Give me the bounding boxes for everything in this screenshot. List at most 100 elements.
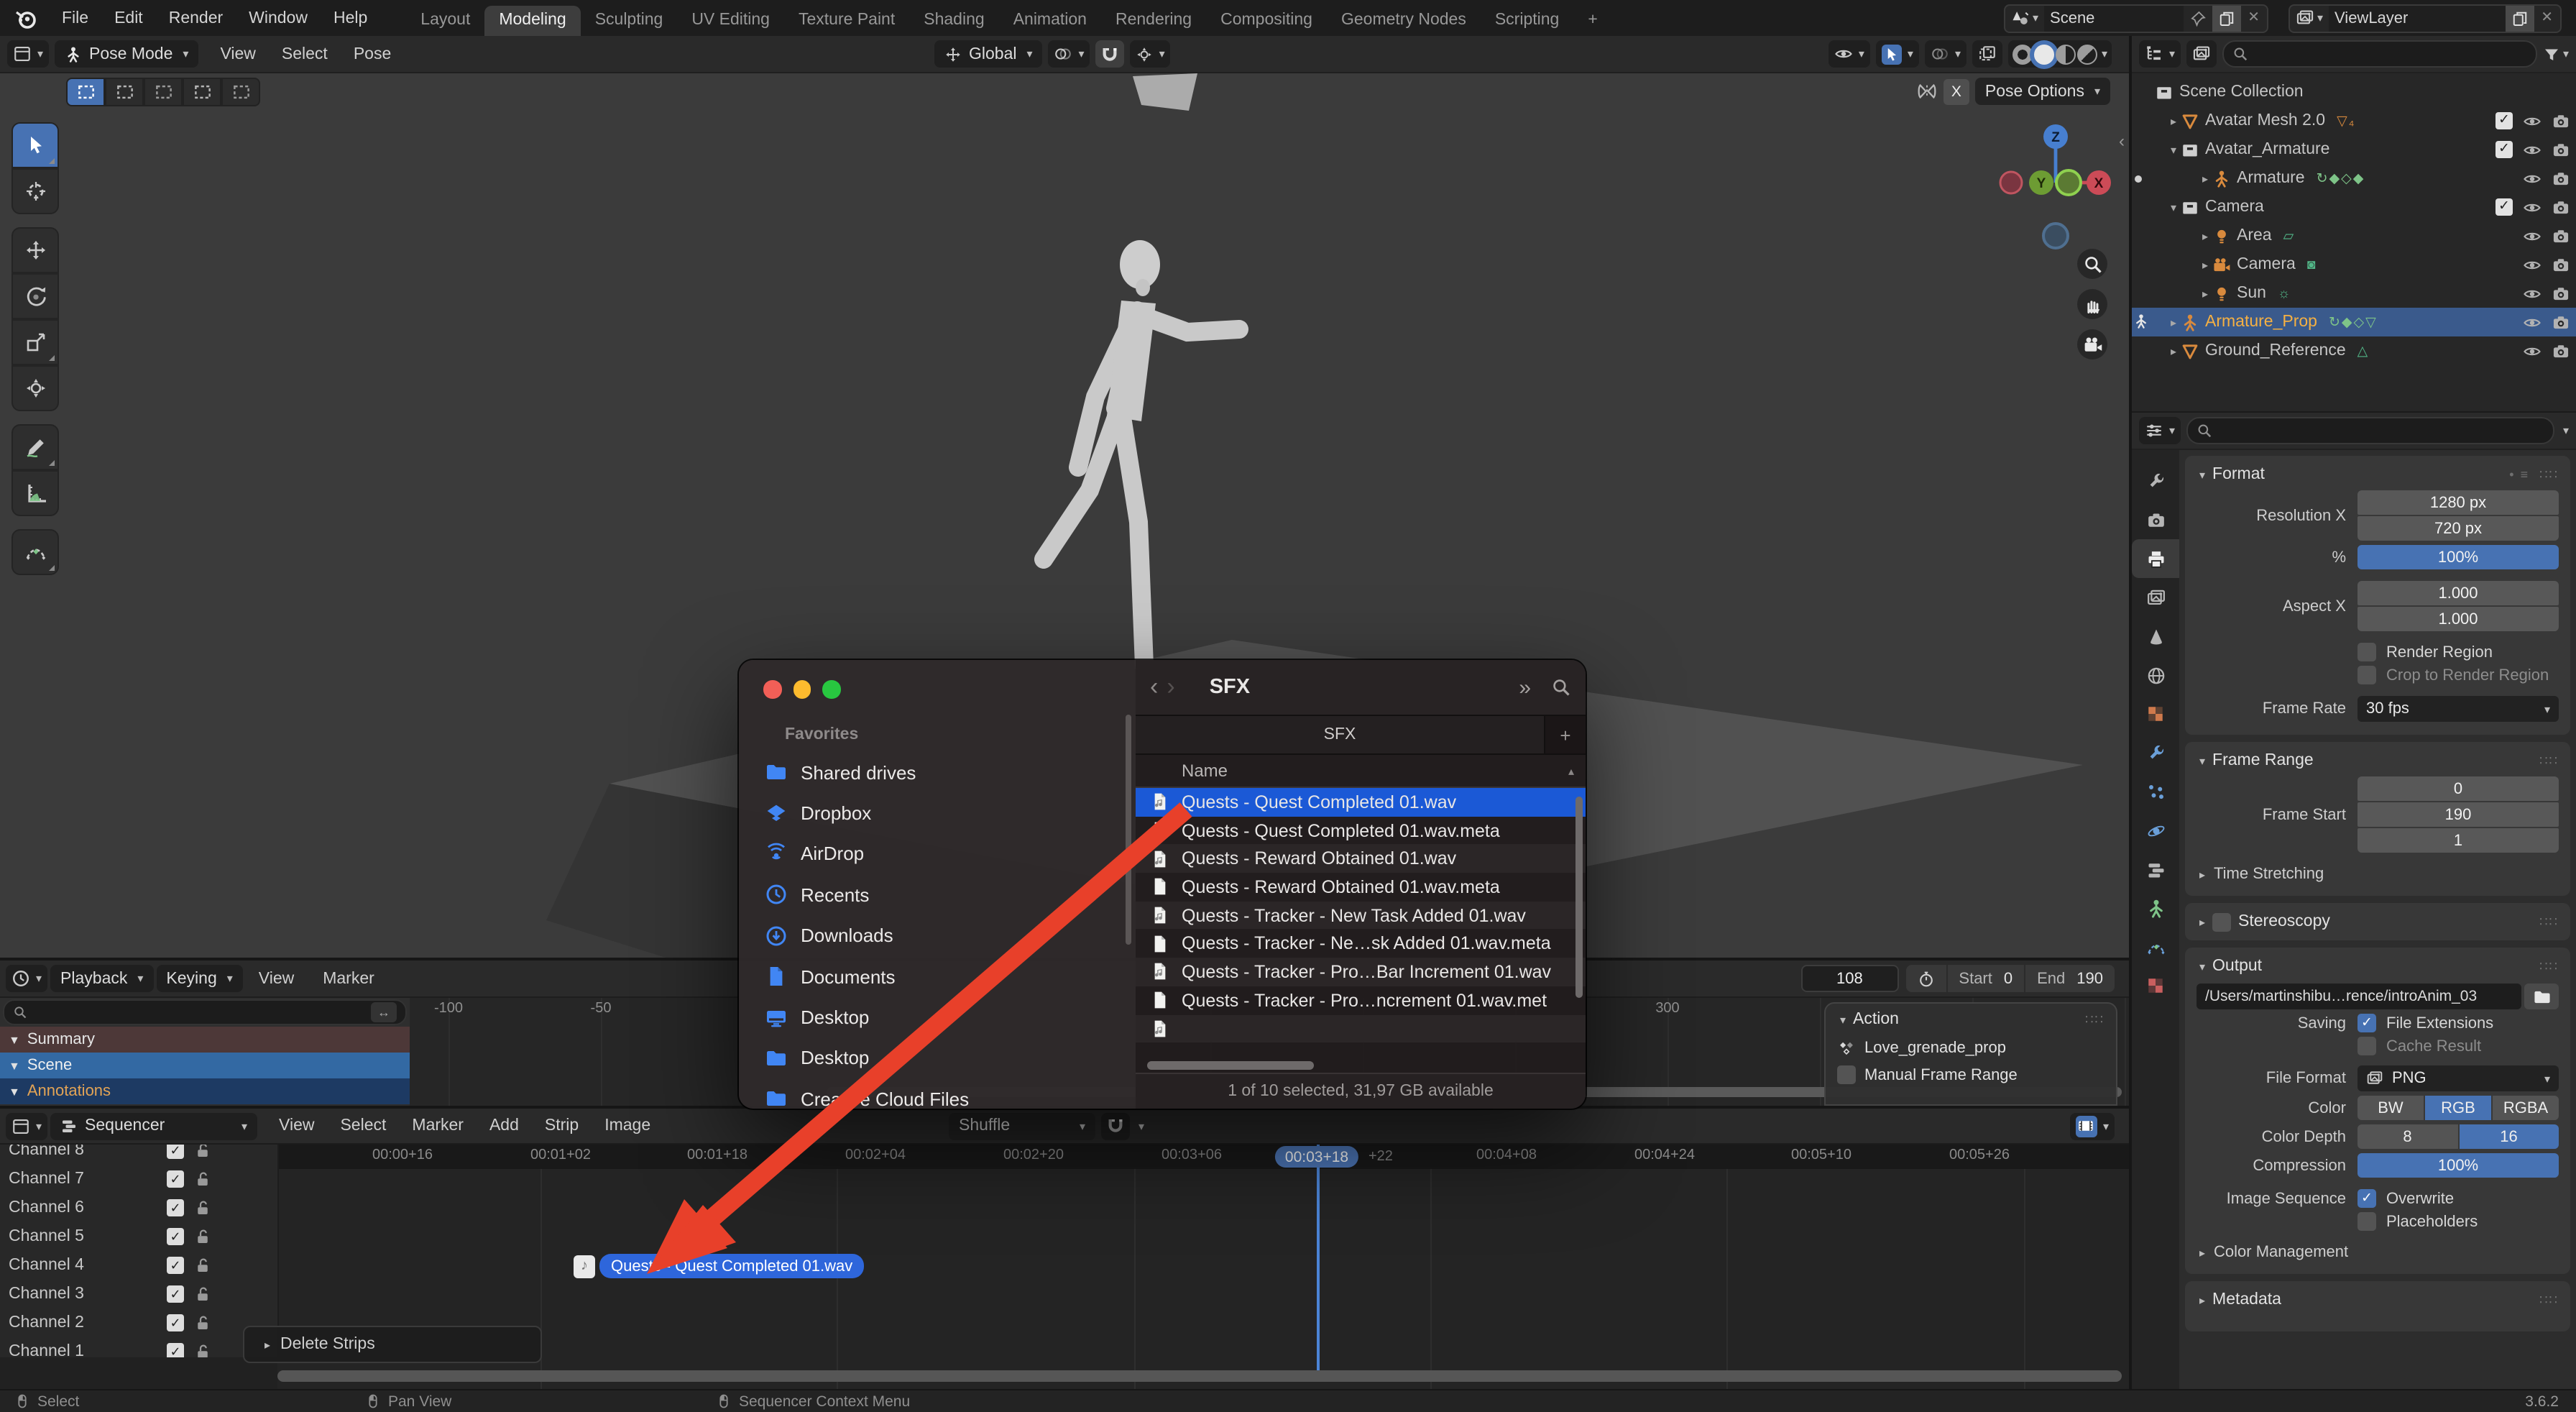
playhead-line[interactable]	[1317, 1145, 1320, 1375]
hide-eye-icon[interactable]	[2523, 198, 2542, 216]
workspace-tab[interactable]: Scripting	[1481, 6, 1574, 36]
dope-channel-row[interactable]: ▼ Summary	[0, 1027, 410, 1053]
workspace-tab[interactable]: Rendering	[1101, 6, 1206, 36]
channel-mute-checkbox[interactable]: ✓	[167, 1343, 184, 1357]
editor-type-button[interactable]: ▾	[7, 40, 50, 68]
workspace-tab[interactable]: Geometry Nodes	[1327, 6, 1481, 36]
snap-magnet-button[interactable]	[1095, 40, 1125, 68]
disable-render-icon[interactable]	[2552, 111, 2570, 130]
pin-icon[interactable]	[2183, 5, 2212, 31]
sequencer-ruler[interactable]: 00:00+16 00:01+02 00:01+18 00:02+04 00:02+20…	[277, 1145, 2129, 1169]
transform-orientation[interactable]: Global ▾	[934, 40, 1043, 68]
depth-8-button[interactable]: 8	[2358, 1124, 2457, 1149]
tab-texture[interactable]	[2132, 966, 2179, 1005]
close-icon[interactable]: ✕	[2240, 10, 2267, 26]
hide-eye-icon[interactable]	[2523, 140, 2542, 159]
new-viewlayer-icon[interactable]	[2505, 5, 2534, 31]
expand-search-icon[interactable]: ↔	[371, 1002, 397, 1022]
ortho-toggle-gizmo[interactable]	[2034, 214, 2077, 257]
workspace-tab[interactable]: Sculpting	[581, 6, 678, 36]
crop-region-checkbox[interactable]	[2358, 666, 2376, 684]
shading-dropdown-icon[interactable]: ▾	[2102, 47, 2107, 60]
channel-lock-icon[interactable]	[194, 1257, 211, 1274]
file-row[interactable]: Quests - Tracker - Pro…Bar Increment 01.…	[1136, 958, 1586, 986]
select-intersect-button[interactable]	[221, 78, 260, 106]
channel-mute-checkbox[interactable]: ✓	[167, 1145, 184, 1159]
move-tool-button[interactable]	[12, 227, 59, 273]
camera-view-button[interactable]	[2077, 329, 2107, 359]
outliner-row[interactable]: ▾ Camera ✓	[2132, 193, 2576, 221]
file-row[interactable]: Quests - Quest Completed 01.wav.meta	[1136, 816, 1586, 844]
tweak-tool-button[interactable]	[12, 122, 59, 168]
collection-checkbox[interactable]: ✓	[2496, 112, 2513, 129]
manual-frame-range-checkbox[interactable]	[1837, 1065, 1856, 1084]
file-row[interactable]: Quests - Quest Completed 01.wav	[1136, 788, 1586, 817]
browse-folder-button[interactable]	[2524, 984, 2559, 1009]
finder-tab[interactable]: SFX	[1136, 716, 1544, 753]
zoom-button[interactable]	[2077, 249, 2107, 279]
overwrite-checkbox[interactable]: ✓	[2358, 1189, 2376, 1208]
channel-mute-checkbox[interactable]: ✓	[167, 1228, 184, 1245]
more-toolbar-icon[interactable]: »	[1519, 675, 1531, 700]
sidebar-item[interactable]: Creative Cloud Files	[765, 1078, 1121, 1109]
stereoscopy-panel-header[interactable]: ▸ Stereoscopy ∷∷	[2196, 910, 2559, 933]
outliner-filter-button[interactable]: ▾	[2543, 45, 2569, 63]
panel-collapse-icon[interactable]: ‹	[2119, 131, 2125, 151]
file-list-scrollbar[interactable]	[1576, 797, 1583, 998]
collection-checkbox[interactable]: ✓	[2496, 141, 2513, 158]
channel-mute-checkbox[interactable]: ✓	[167, 1314, 184, 1331]
tab-object[interactable]	[2132, 694, 2179, 733]
viewport-menu-item[interactable]: Select	[269, 45, 341, 63]
channel-row[interactable]: Channel 8 ✓	[0, 1145, 277, 1165]
select-invert-button[interactable]	[183, 78, 221, 106]
menu-item[interactable]: File	[49, 5, 101, 31]
transform-tool-button[interactable]	[12, 365, 59, 411]
aspect-x-field[interactable]: 1.000	[2358, 581, 2559, 605]
minimize-window-button[interactable]	[793, 680, 811, 698]
expander-icon[interactable]: ▸	[2198, 172, 2212, 185]
workspace-tab[interactable]: Compositing	[1206, 6, 1327, 36]
resolution-x-field[interactable]: 1280 px	[2358, 490, 2559, 515]
placeholders-checkbox[interactable]	[2358, 1212, 2376, 1231]
outliner-filter-image-icon[interactable]	[2186, 40, 2217, 68]
compression-slider[interactable]: 100%	[2358, 1153, 2559, 1178]
tab-render[interactable]	[2132, 500, 2179, 539]
measure-tool-button[interactable]	[12, 470, 59, 516]
finder-window[interactable]: Favorites Shared drives Dropbox AirDrop …	[739, 660, 1586, 1109]
expander-icon[interactable]: ▸	[2166, 114, 2181, 127]
sequencer-menu-item[interactable]: Image	[592, 1117, 663, 1134]
frame-start-field[interactable]: 0	[2358, 776, 2559, 801]
sidebar-scrollbar[interactable]	[1126, 715, 1131, 945]
outliner-display-mode[interactable]: ▾	[2139, 40, 2181, 68]
workspace-tab[interactable]: Texture Paint	[784, 6, 909, 36]
collection-checkbox[interactable]: ✓	[2496, 198, 2513, 216]
cache-result-checkbox[interactable]	[2358, 1037, 2376, 1055]
render-region-checkbox[interactable]	[2358, 643, 2376, 661]
forward-button[interactable]: ›	[1167, 673, 1174, 702]
channel-search-input[interactable]: ↔	[3, 999, 407, 1025]
sequencer-menu-item[interactable]: Select	[327, 1117, 399, 1134]
tab-physics[interactable]	[2132, 811, 2179, 850]
close-icon[interactable]: ✕	[2534, 10, 2560, 26]
action-panel-header[interactable]: ▾ Action ∷∷	[1837, 1009, 2104, 1030]
tab-particles[interactable]	[2132, 772, 2179, 811]
outliner-row[interactable]: ▸ Camera ◙	[2132, 250, 2576, 279]
outliner-row[interactable]: ▸ Ground_Reference △	[2132, 336, 2576, 365]
depth-16-button[interactable]: 16	[2459, 1124, 2559, 1149]
action-name[interactable]: Love_grenade_prop	[1864, 1039, 2006, 1056]
sidebar-item[interactable]: Desktop	[765, 997, 1121, 1038]
workspace-tab[interactable]: Layout	[406, 6, 484, 36]
workspace-tab[interactable]: Animation	[999, 6, 1101, 36]
dope-channel-row[interactable]: ▼ Annotations	[0, 1078, 410, 1104]
workspace-tab[interactable]: Shading	[909, 6, 998, 36]
sidebar-item[interactable]: Desktop	[765, 1037, 1121, 1078]
x-axis-toggle[interactable]: X	[1943, 78, 1969, 104]
channel-row[interactable]: Channel 7 ✓	[0, 1165, 277, 1193]
channel-row[interactable]: Channel 6 ✓	[0, 1193, 277, 1222]
hide-eye-icon[interactable]	[2523, 255, 2542, 274]
frame-step-field[interactable]: 1	[2358, 828, 2559, 853]
sequencer-view-type-dropdown[interactable]: Sequencer ▾	[50, 1112, 258, 1140]
disable-render-icon[interactable]	[2552, 140, 2570, 159]
metadata-panel-header[interactable]: ▸ Metadata ∷∷	[2196, 1288, 2559, 1311]
workspace-tab[interactable]: UV Editing	[677, 6, 784, 36]
